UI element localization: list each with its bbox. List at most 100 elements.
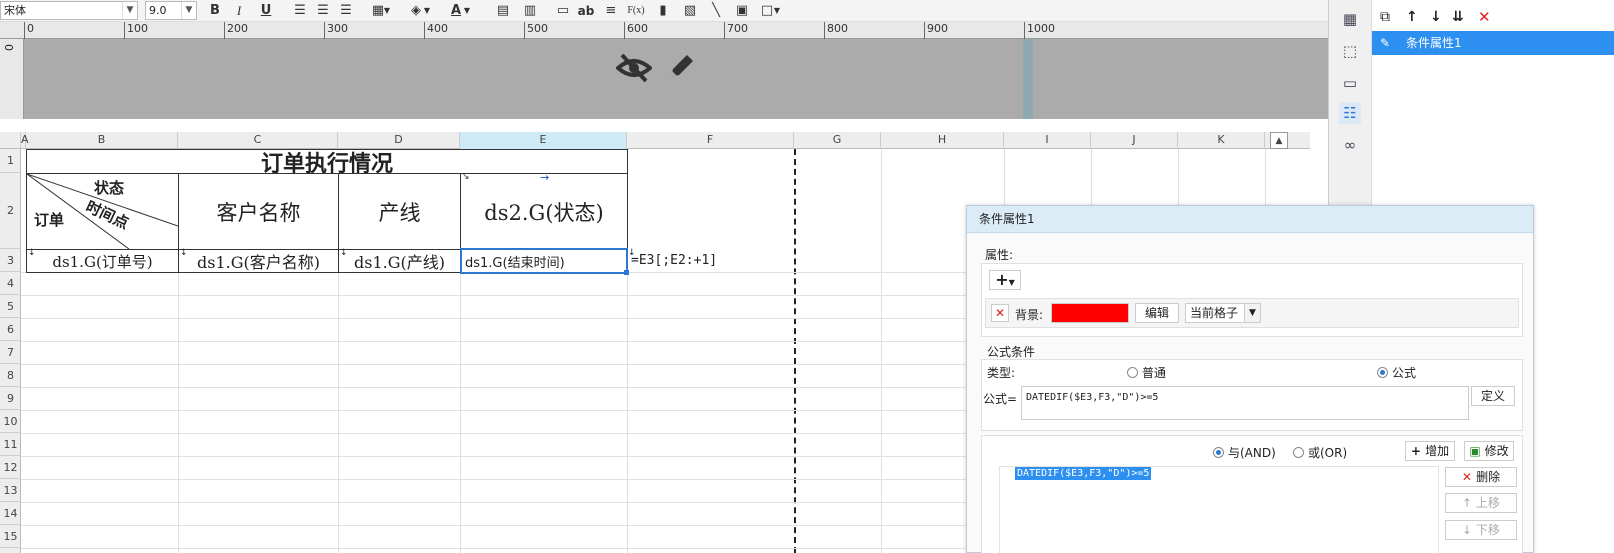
header-line-cell[interactable]: 产线 <box>338 173 461 250</box>
and-radio[interactable]: 与(AND) <box>1213 444 1276 461</box>
header-customer-cell[interactable]: 客户名称 <box>178 173 339 250</box>
scope-select[interactable]: 当前格子 ▼ <box>1185 303 1261 323</box>
formula-input[interactable]: DATEDIF($E3,F3,"D")>=5 <box>1021 386 1469 420</box>
row-header-9[interactable]: 9 <box>0 387 21 410</box>
align-right-icon[interactable]: ☰ <box>336 2 356 20</box>
font-name-select[interactable]: 宋体 ▼ <box>0 1 138 20</box>
report-title-cell[interactable]: 订单执行情况 <box>26 149 628 177</box>
chevron-down-icon[interactable]: ▼ <box>422 2 432 20</box>
column-header-b[interactable]: B <box>26 132 178 149</box>
row-header-1[interactable]: 1 <box>0 149 21 173</box>
align-left-icon[interactable]: ☰ <box>290 2 310 20</box>
edit-background-button[interactable]: 编辑 <box>1135 303 1179 323</box>
remove-attribute-icon[interactable]: ✕ <box>991 304 1009 322</box>
image-icon[interactable]: ▧ <box>680 2 700 20</box>
cell-attributes-icon[interactable]: ▦ <box>1339 8 1361 30</box>
chevron-down-icon[interactable]: ▼ <box>122 2 137 19</box>
background-color-swatch[interactable] <box>1051 303 1129 323</box>
row-header-10[interactable]: 10 <box>0 410 21 433</box>
text-button[interactable]: ab <box>576 2 596 20</box>
form-icon[interactable]: ▭ <box>1339 72 1361 94</box>
split-cells-icon[interactable]: ▥ <box>520 2 540 20</box>
row-header-6[interactable]: 6 <box>0 318 21 341</box>
hide-eye-icon[interactable] <box>616 53 652 83</box>
move-up-icon[interactable]: ↑ <box>1406 9 1418 25</box>
cell-f3[interactable]: =E3[;E2:+1] <box>631 253 717 268</box>
column-header-g[interactable]: G <box>794 132 881 149</box>
row-header-15[interactable]: 15 <box>0 525 21 548</box>
merge-cells-icon[interactable]: ▤ <box>493 2 513 20</box>
pencil-icon[interactable] <box>667 51 697 81</box>
scope-select-value: 当前格子 <box>1190 306 1239 320</box>
delete-condition-button[interactable]: ✕ 删除 <box>1445 467 1517 487</box>
diagonal-label-order: 订单 <box>34 211 65 229</box>
row-header-8[interactable]: 8 <box>0 364 21 387</box>
cell-e3-selected[interactable]: ds1.G(结束时间) <box>460 248 628 274</box>
slash-icon[interactable]: ╲ <box>706 2 726 20</box>
row-header-3[interactable]: 3 <box>0 249 21 272</box>
row-header-13[interactable]: 13 <box>0 479 21 502</box>
type-formula-radio[interactable]: 公式 <box>1377 364 1416 381</box>
move-up-condition-button[interactable]: ↑ 上移 <box>1445 493 1517 513</box>
ruler-tick: 600 <box>624 22 648 39</box>
column-header-i[interactable]: I <box>1004 132 1091 149</box>
define-formula-button[interactable]: 定义 <box>1471 386 1515 406</box>
text-field-icon[interactable]: ▭ <box>553 2 573 20</box>
cell-b3[interactable]: ds1.G(订单号) <box>26 249 179 273</box>
type-normal-radio[interactable]: 普通 <box>1127 364 1166 381</box>
font-size-select[interactable]: 9.0 ▼ <box>145 1 197 20</box>
condition-list-item[interactable]: DATEDIF($E3,F3,"D")>=5 <box>1015 467 1152 480</box>
chart-icon[interactable]: ▮ <box>653 2 673 20</box>
sub-report-icon[interactable]: ▣ <box>732 2 752 20</box>
row-header-4[interactable]: 4 <box>0 272 21 295</box>
condition-list-item[interactable]: ✎ 条件属性1 <box>1372 31 1614 55</box>
row-header-5[interactable]: 5 <box>0 295 21 318</box>
chevron-down-icon[interactable]: ▼ <box>382 2 392 20</box>
band-scroll-marker[interactable] <box>1023 39 1033 119</box>
underline-button[interactable]: U <box>256 2 276 20</box>
cell-c3[interactable]: ds1.G(客户名称) <box>178 249 339 273</box>
delete-icon: ✕ <box>1461 470 1477 484</box>
paragraph-icon[interactable]: ≡ <box>601 2 621 20</box>
header-status-cell[interactable]: ds2.G(状态) <box>460 173 628 250</box>
row-header-7[interactable]: 7 <box>0 341 21 364</box>
move-down-condition-button[interactable]: ↓ 下移 <box>1445 520 1517 540</box>
column-header-h[interactable]: H <box>881 132 1004 149</box>
hyperlink-icon[interactable]: ∞ <box>1339 134 1361 156</box>
scroll-up-arrow-icon[interactable]: ▲ <box>1270 132 1288 149</box>
bold-button[interactable]: B <box>205 2 225 20</box>
chevron-down-icon[interactable]: ▼ <box>772 2 782 20</box>
row-header-11[interactable]: 11 <box>0 433 21 456</box>
column-header-f[interactable]: F <box>627 132 794 149</box>
cell-d3[interactable]: ds1.G(产线) <box>338 249 461 273</box>
select-all-corner[interactable] <box>0 132 21 149</box>
move-down-icon[interactable]: ↓ <box>1430 9 1442 25</box>
row-header-14[interactable]: 14 <box>0 502 21 525</box>
column-header-j[interactable]: J <box>1091 132 1178 149</box>
chevron-down-icon[interactable]: ▼ <box>181 2 196 19</box>
condition-item-label: 条件属性1 <box>1406 36 1462 50</box>
align-center-icon[interactable]: ☰ <box>313 2 333 20</box>
delete-icon[interactable]: ✕ <box>1478 8 1491 26</box>
row-header-2[interactable]: 2 <box>0 173 21 249</box>
diagonal-header-cell[interactable]: 状态 时间点 订单 <box>26 173 179 250</box>
expand-down-icon: ↓ <box>180 248 188 258</box>
add-attribute-button[interactable]: +▼ <box>989 270 1021 290</box>
column-header-k[interactable]: K <box>1178 132 1265 149</box>
or-radio[interactable]: 或(OR) <box>1293 444 1347 461</box>
add-condition-button[interactable]: + 增加 <box>1405 441 1455 461</box>
fill-handle[interactable] <box>624 270 629 275</box>
widget-icon[interactable]: ⬚ <box>1339 40 1361 62</box>
italic-button[interactable]: I <box>229 2 249 20</box>
modify-condition-button[interactable]: ▣ 修改 <box>1464 441 1514 461</box>
ruler-tick: 500 <box>524 22 548 39</box>
formula-button[interactable]: F(x) <box>626 2 646 20</box>
row-header-12[interactable]: 12 <box>0 456 21 479</box>
background-label: 背景: <box>1015 308 1044 322</box>
column-header-e[interactable]: E <box>460 132 627 149</box>
copy-icon[interactable]: ⧉ <box>1380 9 1390 25</box>
report-designer: 宋体 ▼ 9.0 ▼ B I U ☰ ☰ ☰ ▦ ▼ ◈ ▼ A ▼ ▤ ▥ ▭… <box>0 0 1614 553</box>
move-bottom-icon[interactable]: ⇊ <box>1452 9 1464 25</box>
chevron-down-icon[interactable]: ▼ <box>462 2 472 20</box>
condition-attributes-icon[interactable]: ☷ <box>1339 102 1361 124</box>
